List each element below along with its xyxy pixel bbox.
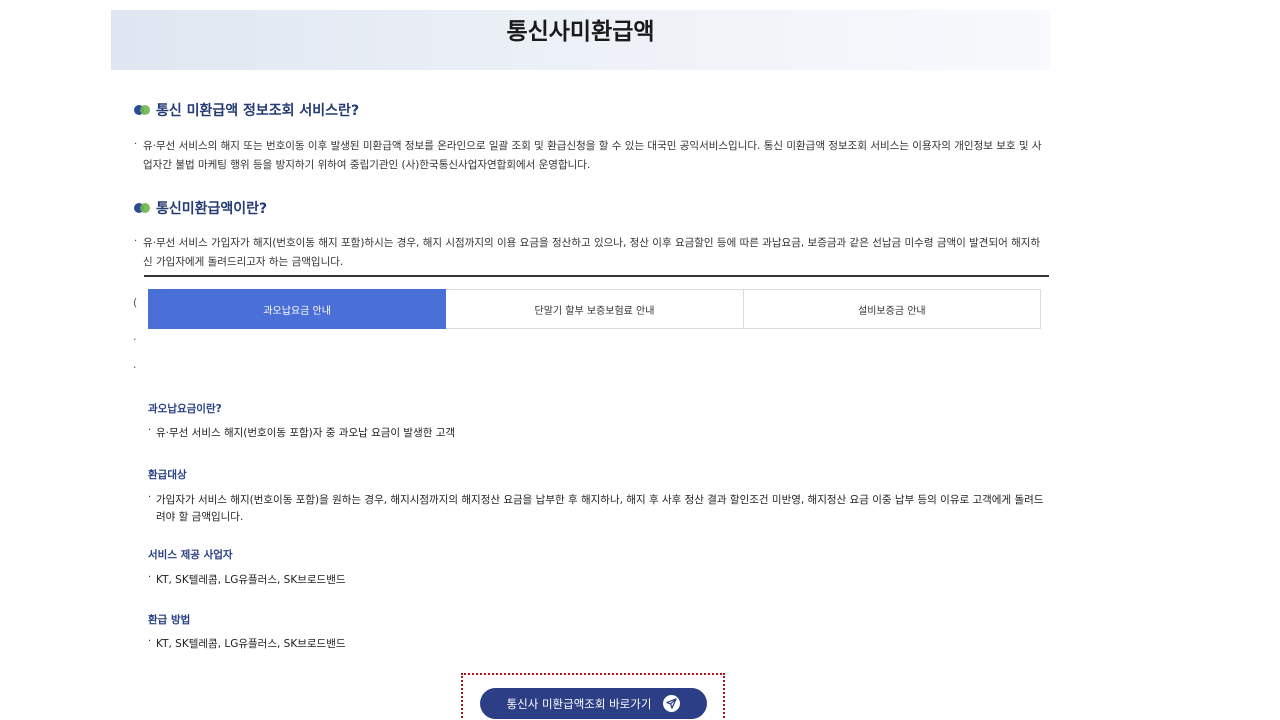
bullet-mark: · [148, 636, 152, 647]
section-heading-text: 통신 미환급액 정보조회 서비스란? [156, 103, 360, 119]
page-title: 통신사미환급액 [506, 19, 655, 45]
cta-label: 통신사 미환급액조회 바로가기 [506, 696, 652, 711]
tab-overpaid-fees[interactable]: 과오납요금 안내 [148, 289, 447, 329]
section-heading-service: 통신 미환급액 정보조회 서비스란? [134, 100, 359, 120]
content-item-providers: · KT, SK텔레콤, LG유플러스, SK브로드밴드 [148, 572, 1048, 589]
obscured-bullet-mark: · [133, 361, 137, 374]
tab-equipment-deposit[interactable]: 설비보증금 안내 [743, 289, 1041, 329]
section-paragraph-service: · 유·무선 서비스의 해지 또는 번호이동 이후 발생된 미환급액 정보를 온… [134, 137, 1044, 175]
content-heading-eligibility: 환급대상 [148, 469, 187, 481]
content-item-refund-method: · KT, SK텔레콤, LG유플러스, SK브로드밴드 [148, 636, 1048, 653]
dots-bullet-icon [134, 105, 151, 115]
bullet-mark: · [148, 492, 152, 503]
bullet-mark: · [134, 236, 138, 247]
paper-plane-icon [663, 695, 681, 712]
bullet-mark: · [134, 139, 138, 150]
obscured-bullet-mark: ( [133, 296, 138, 309]
section-heading-text: 통신미환급액이란? [156, 201, 268, 217]
content-heading-refund-method: 환급 방법 [148, 614, 191, 626]
section-heading-definition: 통신미환급액이란? [134, 198, 267, 218]
refund-lookup-button[interactable]: 통신사 미환급액조회 바로가기 [480, 688, 707, 719]
tab-panel-top-border [144, 275, 1049, 277]
page: 통신사미환급액 통신 미환급액 정보조회 서비스란? · 유·무선 서비스의 해… [0, 0, 1280, 720]
page-banner: 통신사미환급액 [111, 10, 1050, 70]
content-item-text: KT, SK텔레콤, LG유플러스, SK브로드밴드 [156, 638, 346, 650]
obscured-bullet-mark: · [133, 333, 137, 346]
paragraph-text: 유·무선 서비스의 해지 또는 번호이동 이후 발생된 미환급액 정보를 온라인… [143, 140, 1042, 171]
section-paragraph-definition: · 유·무선 서비스 가입자가 해지(번호이동 해지 포함)하시는 경우, 해지… [134, 234, 1044, 272]
tab-bar: 과오납요금 안내 단말기 할부 보증보험료 안내 설비보증금 안내 [148, 289, 1041, 329]
paragraph-text: 유·무선 서비스 가입자가 해지(번호이동 해지 포함)하시는 경우, 해지 시… [143, 237, 1041, 268]
content-heading-providers: 서비스 제공 사업자 [148, 549, 233, 561]
content-item-text: 가입자가 서비스 해지(번호이동 포함)을 원하는 경우, 해지시점까지의 해지… [156, 494, 1044, 523]
bullet-mark: · [148, 572, 152, 583]
bullet-mark: · [148, 425, 152, 436]
content-heading-overpaid: 과오납요금이란? [148, 403, 222, 415]
content-item-eligibility: · 가입자가 서비스 해지(번호이동 포함)을 원하는 경우, 해지시점까지의 … [148, 492, 1048, 526]
content-item-text: KT, SK텔레콤, LG유플러스, SK브로드밴드 [156, 574, 346, 586]
content-item-text: 유·무선 서비스 해지(번호이동 포함)자 중 과오납 요금이 발생한 고객 [156, 427, 456, 439]
content-item-overpaid: · 유·무선 서비스 해지(번호이동 포함)자 중 과오납 요금이 발생한 고객 [148, 425, 1048, 442]
tab-device-insurance[interactable]: 단말기 할부 보증보험료 안내 [446, 289, 744, 329]
dots-bullet-icon [134, 203, 151, 213]
